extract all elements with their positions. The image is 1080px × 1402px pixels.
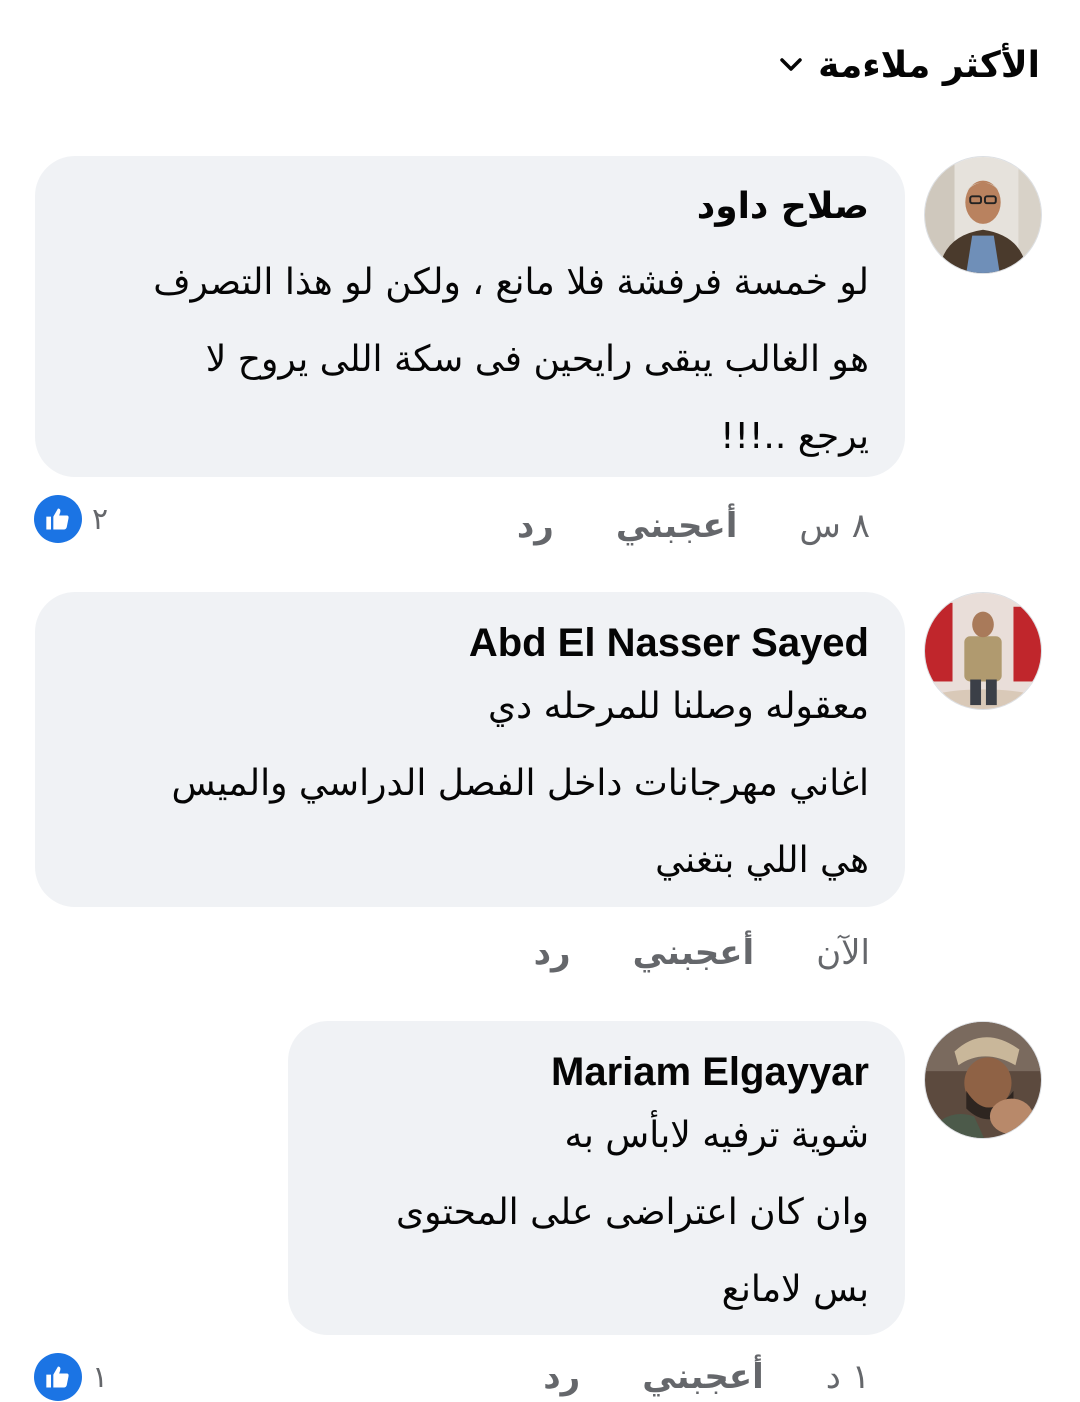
chevron-down-icon bbox=[778, 52, 804, 78]
comment-text-line: يرجع ..!!! bbox=[720, 416, 869, 457]
comment-time[interactable]: الآن bbox=[816, 933, 870, 973]
reply-button[interactable]: رد bbox=[534, 933, 571, 973]
comment-author[interactable]: Abd El Nasser Sayed bbox=[71, 618, 869, 668]
comment-time[interactable]: ٨ س bbox=[799, 506, 870, 546]
comment-text-line: بس لامانع bbox=[721, 1269, 869, 1310]
reaction-count: ٢ bbox=[92, 501, 109, 537]
like-button[interactable]: أعجبني bbox=[616, 506, 738, 546]
comment-bubble: Mariam Elgayyar شوية ترفيه لابأس به وان … bbox=[288, 1021, 905, 1335]
comment-text-line: هي اللي بتغني bbox=[655, 840, 869, 881]
sort-dropdown[interactable]: الأكثر ملاءمة bbox=[778, 40, 1040, 90]
comment-actions: ٨ س أعجبني رد bbox=[517, 501, 870, 551]
like-button[interactable]: أعجبني bbox=[633, 933, 755, 973]
comment-time[interactable]: ١ د bbox=[826, 1357, 870, 1397]
comment-actions: ١ د أعجبني رد bbox=[543, 1352, 870, 1402]
avatar[interactable] bbox=[924, 1021, 1042, 1139]
thumbs-up-icon bbox=[34, 1353, 82, 1401]
comment-text-line: اغاني مهرجانات داخل الفصل الدراسي والميس bbox=[171, 763, 869, 804]
comment-bubble: صلاح داود لو خمسة فرفشة فلا مانع ، ولكن … bbox=[35, 156, 905, 477]
thumbs-up-icon bbox=[34, 495, 82, 543]
comment-actions: الآن أعجبني رد bbox=[534, 928, 870, 978]
reaction-count: ١ bbox=[92, 1359, 109, 1395]
comment-author[interactable]: صلاح داود bbox=[71, 182, 869, 232]
comment-text-line: هو الغالب يبقى رايحين فى سكة اللى يروح ل… bbox=[205, 339, 869, 380]
comment-text-line: معقوله وصلنا للمرحله دي bbox=[487, 686, 869, 727]
sort-label: الأكثر ملاءمة bbox=[818, 44, 1040, 86]
comment-text-line: وان كان اعتراضى على المحتوى bbox=[396, 1192, 869, 1233]
comment-author[interactable]: Mariam Elgayyar bbox=[324, 1047, 869, 1097]
comment-text-line: لو خمسة فرفشة فلا مانع ، ولكن لو هذا الت… bbox=[153, 262, 869, 303]
reaction-summary[interactable]: ١ bbox=[34, 1352, 108, 1402]
reply-button[interactable]: رد bbox=[543, 1357, 580, 1397]
comment-text-line: شوية ترفيه لابأس به bbox=[564, 1115, 869, 1156]
comment-bubble: Abd El Nasser Sayed معقوله وصلنا للمرحله… bbox=[35, 592, 905, 907]
reaction-summary[interactable]: ٢ bbox=[34, 494, 108, 544]
avatar[interactable] bbox=[924, 156, 1042, 274]
like-button[interactable]: أعجبني bbox=[642, 1357, 764, 1397]
avatar[interactable] bbox=[924, 592, 1042, 710]
reply-button[interactable]: رد bbox=[517, 506, 554, 546]
